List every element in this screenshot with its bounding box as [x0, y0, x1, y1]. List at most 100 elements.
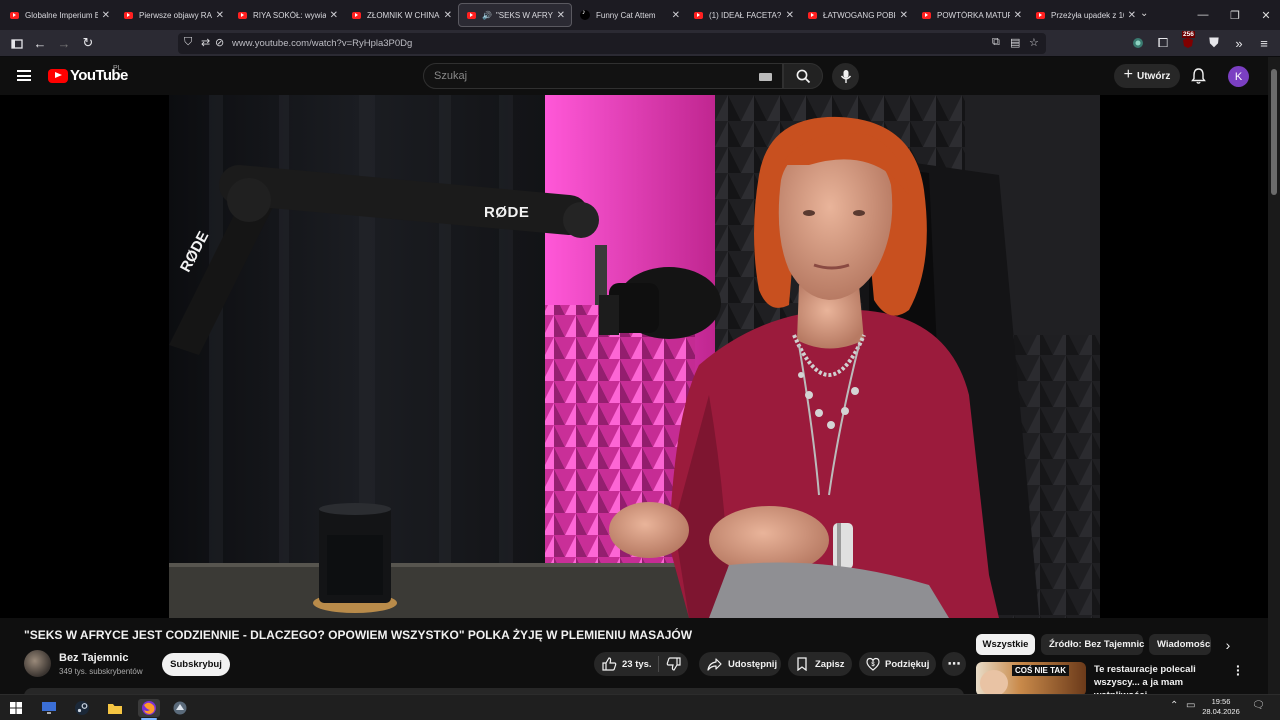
permissions-icon[interactable]: ⇄ — [201, 36, 210, 49]
browser-tab[interactable]: Globalne Imperium B ✕ — [2, 3, 116, 27]
forward-icon[interactable]: → — [54, 34, 74, 52]
account-avatar[interactable]: K — [1228, 66, 1249, 87]
thanks-button[interactable]: $ Podziękuj — [859, 652, 936, 676]
extension-shield-icon[interactable] — [1128, 34, 1148, 52]
youtube-icon — [922, 11, 931, 19]
like-button[interactable]: 23 tys. — [594, 652, 658, 676]
browser-tab[interactable]: POWTÓRKA MATURA ✕ — [914, 3, 1028, 27]
address-bar[interactable]: ⛉ ⇄ ⊘ www.youtube.com/watch?v=RyHpla3P0D… — [178, 33, 1046, 54]
close-window-icon[interactable]: ✕ — [1249, 0, 1280, 30]
tab-close-icon[interactable]: ✕ — [557, 10, 565, 21]
network-icon[interactable]: ▭ — [1186, 700, 1195, 711]
chip-news[interactable]: Wiadomości — [1149, 634, 1211, 655]
sidebar-toggle-icon[interactable] — [7, 34, 27, 52]
browser-tab[interactable]: ZŁOMNIK W CHINACH ✕ — [344, 3, 458, 27]
browser-tab[interactable]: Funny Cat Attem ✕ — [572, 3, 686, 27]
tab-close-icon[interactable]: ✕ — [444, 10, 452, 21]
file-explorer-icon[interactable] — [106, 699, 124, 717]
youtube-logo[interactable]: YouTube PL — [48, 65, 128, 84]
ublock-badge: 256 — [1182, 31, 1195, 38]
browser-tab[interactable]: 🔊"SEKS W AFRYCE ✕ — [458, 3, 572, 27]
tab-close-icon[interactable]: ✕ — [1128, 10, 1136, 21]
search-input[interactable]: Szukaj — [423, 63, 783, 89]
browser-tab-title: ZŁOMNIK W CHINACH — [367, 10, 440, 20]
more-actions-button[interactable]: ⋯ — [942, 652, 966, 676]
tray-overflow-chevron-icon[interactable]: ⌃ — [1170, 700, 1178, 711]
browser-tab[interactable]: Pierwsze objawy RAK ✕ — [116, 3, 230, 27]
tab-list-chevron-icon[interactable]: ⌄ — [1140, 8, 1148, 19]
tab-close-icon[interactable]: ✕ — [672, 10, 680, 21]
microphone-icon — [840, 70, 851, 83]
firefox-icon[interactable] — [138, 699, 160, 717]
notification-center-icon[interactable]: 🗨 — [1252, 700, 1265, 711]
browser-tab[interactable]: (1) IDEAŁ FACETA? CZ ✕ — [686, 3, 800, 27]
guide-menu-icon[interactable] — [17, 70, 31, 81]
bookmark-star-icon[interactable]: ☆ — [1029, 36, 1039, 49]
scrollbar-thumb[interactable] — [1271, 69, 1277, 195]
extensions-puzzle-icon[interactable]: ⧠ — [1153, 34, 1173, 52]
browser-tab[interactable]: Przeżyła upadek z 10 ✕ — [1028, 3, 1142, 27]
app-icon[interactable] — [171, 699, 189, 717]
browser-tab[interactable]: ŁATWOGANG POBIŁ ✕ — [800, 3, 914, 27]
youtube-header: YouTube PL Szukaj + Utwórz K — [0, 57, 1268, 95]
browser-tab-title: "SEKS W AFRYCE — [495, 10, 553, 20]
chips-next-chevron-icon[interactable]: › — [1219, 636, 1237, 654]
windows-taskbar: ⌃ ▭ 19:56 28.04.2026 🗨 — [0, 694, 1280, 720]
browser-tab-title: ŁATWOGANG POBIŁ — [823, 10, 896, 20]
tiktok-icon — [580, 9, 590, 20]
keyboard-icon[interactable] — [759, 73, 772, 81]
tab-close-icon[interactable]: ✕ — [786, 10, 794, 21]
tab-close-icon[interactable]: ✕ — [102, 10, 110, 21]
mic-brand-boom: RØDE — [484, 204, 530, 221]
url-text: www.youtube.com/watch?v=RyHpla3P0Dg — [232, 38, 413, 49]
voice-search-button[interactable] — [832, 63, 859, 90]
reload-icon[interactable]: ↻ — [78, 34, 98, 52]
tab-close-icon[interactable]: ✕ — [1014, 10, 1022, 21]
restore-icon[interactable]: ❐ — [1218, 0, 1252, 30]
shield-icon[interactable]: ⛉ — [184, 36, 192, 49]
notifications-button[interactable] — [1190, 67, 1207, 90]
pip-icon[interactable]: ⧉ — [992, 36, 1000, 49]
subscribe-button[interactable]: Subskrybuj — [162, 653, 230, 676]
tab-audio-icon[interactable]: 🔊 — [482, 11, 492, 20]
windows-start-icon[interactable] — [7, 699, 25, 717]
recommendation-menu-icon[interactable]: · · · — [1236, 659, 1241, 681]
video-player[interactable]: RØDE RØDE — [0, 95, 1268, 618]
privacy-extension-icon[interactable]: ⛊ — [1204, 34, 1224, 52]
dislike-button[interactable] — [659, 652, 688, 676]
app-menu-icon[interactable]: ≡ — [1254, 34, 1274, 52]
steam-icon[interactable] — [73, 699, 91, 717]
autoplay-blocked-icon[interactable]: ⊘ — [215, 36, 224, 49]
share-icon — [707, 657, 722, 671]
video-title: "SEKS W AFRYCE JEST CODZIENNIE - DLACZEG… — [24, 628, 693, 642]
system-clock[interactable]: 19:56 28.04.2026 — [1198, 697, 1244, 717]
monitor-app-icon[interactable] — [40, 699, 58, 717]
video-frame[interactable]: RØDE RØDE — [169, 95, 1100, 618]
tab-close-icon[interactable]: ✕ — [330, 10, 338, 21]
share-button[interactable]: Udostępnij — [699, 652, 781, 676]
save-button[interactable]: Zapisz — [788, 652, 852, 676]
ublock-icon[interactable]: 256 — [1178, 31, 1198, 52]
recommended-title-line1: Te restauracje polecali — [1094, 664, 1196, 675]
create-button[interactable]: + Utwórz — [1114, 64, 1180, 88]
youtube-icon — [124, 11, 133, 19]
browser-tab-title: Globalne Imperium B — [25, 10, 98, 20]
tab-close-icon[interactable]: ✕ — [216, 10, 224, 21]
chip-all[interactable]: Wszystkie — [976, 634, 1035, 655]
chip-source-channel[interactable]: Źródło: Bez Tajemnic — [1041, 634, 1144, 655]
youtube-icon — [467, 11, 476, 19]
minimize-icon[interactable]: — — [1186, 0, 1220, 30]
save-label: Zapisz — [815, 658, 845, 670]
overflow-chevrons-icon[interactable]: » — [1229, 34, 1249, 52]
search-button[interactable] — [783, 63, 823, 89]
page-scrollbar[interactable] — [1268, 57, 1280, 694]
reader-view-icon[interactable]: ▤ — [1010, 36, 1020, 49]
recommended-thumbnail[interactable]: COŚ NIE TAK — [976, 662, 1086, 696]
back-icon[interactable]: ← — [30, 34, 50, 52]
browser-tab[interactable]: RIYA SOKÓŁ: wywiad ✕ — [230, 3, 344, 27]
create-label: Utwórz — [1137, 70, 1171, 82]
thumbnail-banner: COŚ NIE TAK — [1012, 665, 1069, 676]
tab-close-icon[interactable]: ✕ — [900, 10, 908, 21]
channel-avatar[interactable] — [24, 650, 51, 677]
channel-name[interactable]: Bez Tajemnic — [59, 652, 129, 664]
